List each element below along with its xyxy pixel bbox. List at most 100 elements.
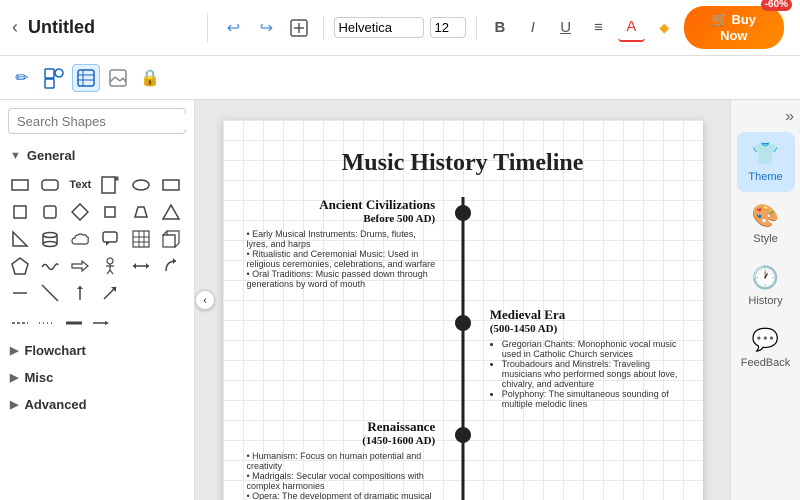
search-input[interactable]	[17, 114, 193, 129]
advanced-arrow: ▶	[10, 398, 18, 411]
style-label: Style	[753, 233, 777, 245]
general-section-header[interactable]: ▼ General	[0, 142, 194, 169]
triangle-shape[interactable]	[159, 200, 183, 224]
image-icon[interactable]	[104, 64, 132, 92]
canvas-page: Music History Timeline Ancient Civilizat…	[223, 120, 703, 500]
arrow-diag-shape[interactable]	[98, 281, 122, 305]
misc-label: Misc	[24, 370, 53, 385]
canvas-scroll[interactable]: Music History Timeline Ancient Civilizat…	[195, 100, 730, 500]
curved-arrow-shape[interactable]	[159, 254, 183, 278]
highlight-button[interactable]: ◆	[651, 14, 678, 42]
history-icon: 🕐	[752, 265, 779, 291]
diamond-shape[interactable]	[68, 200, 92, 224]
text-color-button[interactable]: A	[618, 14, 645, 42]
square-shape[interactable]	[8, 200, 32, 224]
person-shape[interactable]	[98, 254, 122, 278]
renaissance-dot	[455, 427, 471, 443]
renaissance-subtitle: (1450-1600 AD)	[247, 435, 436, 447]
renaissance-bullet-1: Madrigals: Secular vocal compositions wi…	[247, 471, 436, 491]
shape-group-icon[interactable]	[40, 64, 68, 92]
arrow-up-shape[interactable]	[68, 281, 92, 305]
shapes-panel: 🔍 ▼ General Text	[0, 100, 195, 500]
general-label: General	[27, 148, 75, 163]
ancient-dot	[455, 205, 471, 221]
medieval-content: Medieval Era (500-1450 AD) Gregorian Cha…	[480, 307, 679, 409]
grid-shape[interactable]	[129, 227, 153, 251]
feedback-label: FeedBack	[741, 357, 791, 369]
undo-icon[interactable]: ↩	[220, 14, 247, 42]
timeline-item-renaissance: Renaissance (1450-1600 AD) Humanism: Foc…	[247, 419, 679, 500]
medieval-bullet-2: Polyphony: The simultaneous sounding of …	[502, 389, 679, 409]
ellipse-shape[interactable]	[129, 173, 153, 197]
right-triangle-shape[interactable]	[8, 227, 32, 251]
flowchart-section-header[interactable]: ▶ Flowchart	[0, 337, 194, 364]
thick-line-shape[interactable]	[62, 311, 86, 335]
note-shape[interactable]	[98, 173, 122, 197]
renaissance-content: Renaissance (1450-1600 AD) Humanism: Foc…	[247, 419, 446, 500]
panel-item-history[interactable]: 🕐 History	[737, 256, 795, 316]
box3d-shape[interactable]	[159, 227, 183, 251]
cylinder-shape[interactable]	[38, 227, 62, 251]
underline-button[interactable]: U	[552, 14, 579, 42]
medieval-bullets: Gregorian Chants: Monophonic vocal music…	[490, 339, 679, 409]
timeline-item-medieval: Medieval Era (500-1450 AD) Gregorian Cha…	[247, 307, 679, 409]
panel-item-feedback[interactable]: 💬 FeedBack	[737, 318, 795, 378]
rect2-shape[interactable]	[159, 173, 183, 197]
cloud-shape[interactable]	[68, 227, 92, 251]
arrow-right-shape[interactable]	[68, 254, 92, 278]
separator2	[476, 16, 477, 40]
main-toolbar: ‹ Untitled ↩ ↪ B I U ≡ A ◆ 🛒 Buy Now -60…	[0, 0, 800, 56]
theme-label: Theme	[748, 171, 782, 183]
toolbar-left: ‹ Untitled	[8, 13, 208, 42]
panel-item-theme[interactable]: 👕 Theme	[737, 132, 795, 192]
misc-section-header[interactable]: ▶ Misc	[0, 364, 194, 391]
arrow-line-shape[interactable]	[89, 311, 113, 335]
timeline-item-ancient: Ancient Civilizations Before 500 AD) Ear…	[247, 197, 679, 297]
diagonal-shape[interactable]	[38, 281, 62, 305]
lock-icon[interactable]: 🔒	[136, 64, 164, 92]
redo-icon[interactable]: ↪	[253, 14, 280, 42]
pencil-icon[interactable]: ✏	[8, 64, 36, 92]
ancient-bullet-2: Oral Traditions: Music passed down throu…	[247, 269, 436, 289]
bold-button[interactable]: B	[486, 14, 513, 42]
parallelogram-shape[interactable]	[98, 200, 122, 224]
dashed-line-shape[interactable]	[8, 311, 32, 335]
shapes-grid: Text	[0, 169, 194, 309]
text-shape[interactable]: Text	[68, 173, 92, 197]
italic-button[interactable]: I	[519, 14, 546, 42]
collapse-panel-button[interactable]: ‹	[195, 290, 215, 310]
buy-now-button[interactable]: 🛒 Buy Now -60%	[684, 6, 784, 49]
canvas-area[interactable]: ‹ Music History Timeline Ancient Civiliz…	[195, 100, 730, 500]
ancient-bullets: Early Musical Instruments: Drums, flutes…	[247, 229, 436, 289]
advanced-section-header[interactable]: ▶ Advanced	[0, 391, 194, 418]
speech-bubble-shape[interactable]	[98, 227, 122, 251]
renaissance-bullet-2: Opera: The development of dramatic music…	[247, 491, 436, 500]
back-button[interactable]: ‹	[8, 13, 22, 42]
pentagon-shape[interactable]	[8, 254, 32, 278]
double-arrow-shape[interactable]	[129, 254, 153, 278]
search-box[interactable]: 🔍	[8, 108, 186, 134]
general-arrow: ▼	[10, 150, 21, 162]
insert-icon[interactable]	[286, 14, 313, 42]
font-size-input[interactable]	[430, 17, 466, 38]
flowchart-arrow: ▶	[10, 344, 18, 357]
rounded-rect-shape[interactable]	[38, 173, 62, 197]
renaissance-title: Renaissance	[247, 419, 436, 435]
trapezoid-shape[interactable]	[129, 200, 153, 224]
right-panel: » 👕 Theme 🎨 Style 🕐 History 💬 FeedBack	[730, 100, 800, 500]
align-button[interactable]: ≡	[585, 14, 612, 42]
dotted-line-shape[interactable]	[35, 311, 59, 335]
panel-item-style[interactable]: 🎨 Style	[737, 194, 795, 254]
font-name-input[interactable]	[334, 17, 424, 38]
misc-arrow: ▶	[10, 371, 18, 384]
square2-shape[interactable]	[38, 200, 62, 224]
rect-shape[interactable]	[8, 173, 32, 197]
expand-panel-button[interactable]: »	[785, 108, 794, 126]
ancient-subtitle: Before 500 AD)	[247, 213, 436, 225]
line-shape[interactable]	[8, 281, 32, 305]
table-icon[interactable]	[72, 64, 100, 92]
wave-shape[interactable]	[38, 254, 62, 278]
medieval-bullet-0: Gregorian Chants: Monophonic vocal music…	[502, 339, 679, 359]
ancient-bullet-1: Ritualistic and Ceremonial Music: Used i…	[247, 249, 436, 269]
medieval-dot	[455, 315, 471, 331]
